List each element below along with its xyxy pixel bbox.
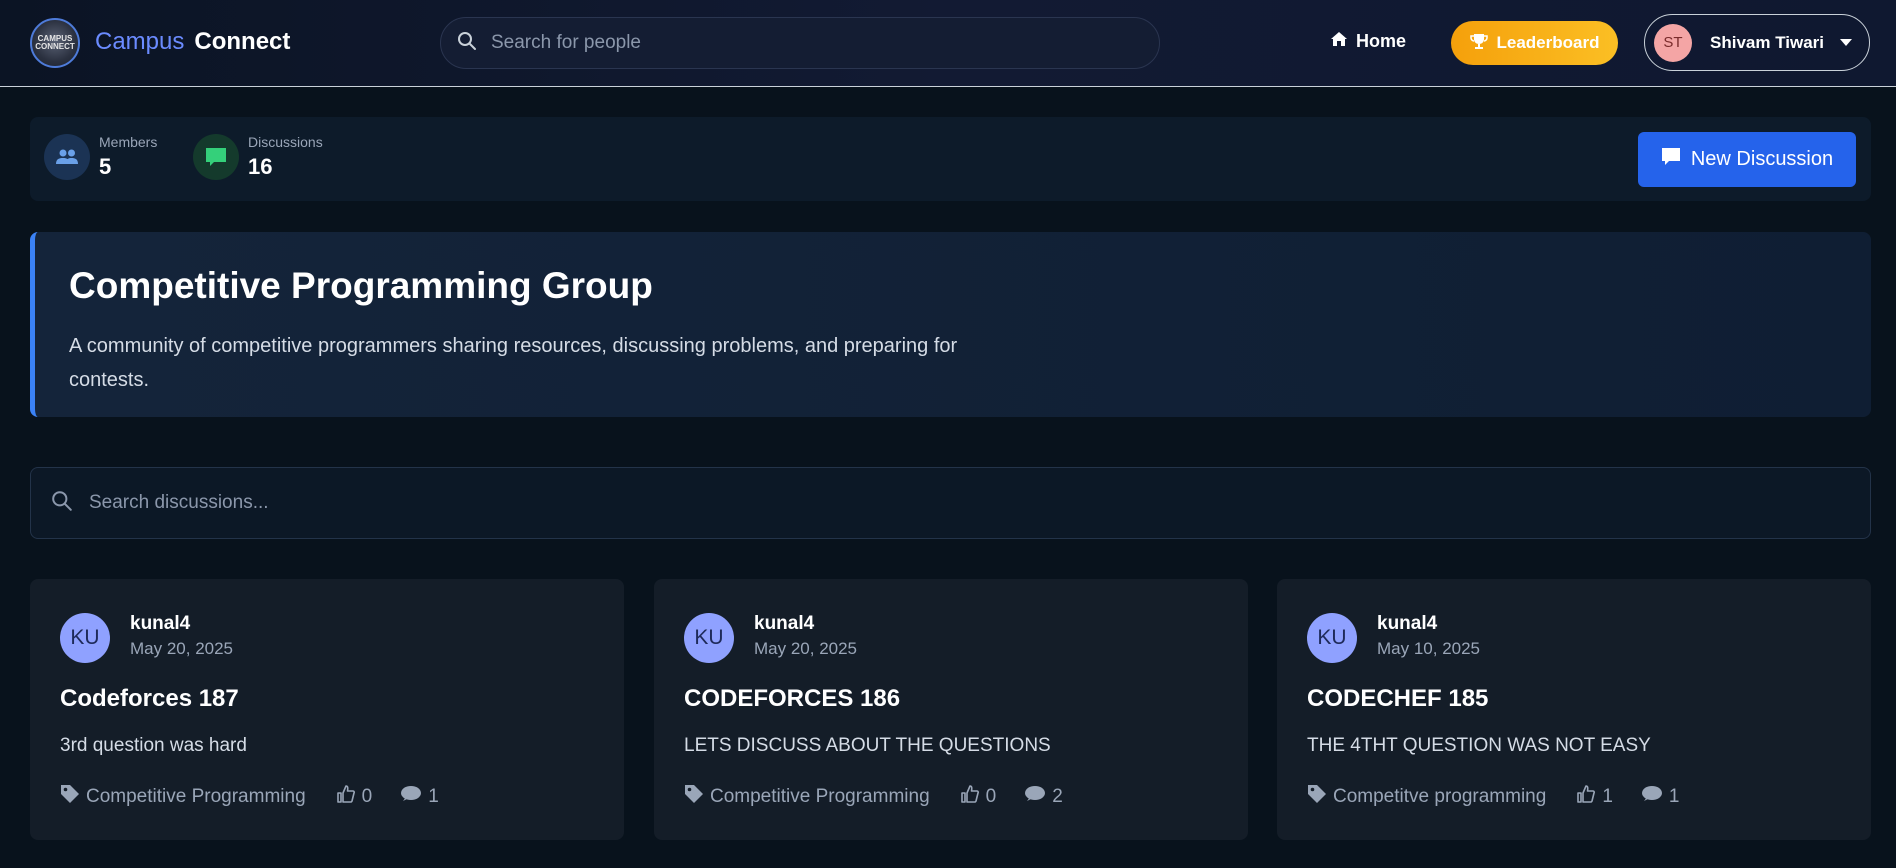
- comment-count: 2: [1052, 786, 1063, 807]
- card-footer: Competitive Programming 0 2: [684, 784, 1063, 810]
- chevron-down-icon: [1840, 39, 1853, 46]
- brand-name[interactable]: Campus Connect: [95, 28, 290, 56]
- author-avatar: KU: [60, 613, 110, 663]
- comment-button[interactable]: 1: [1641, 784, 1680, 810]
- card-footer: Competitve programming 1 1: [1307, 784, 1679, 810]
- members-label: Members: [99, 134, 158, 150]
- discussion-title[interactable]: CODECHEF 185: [1307, 685, 1488, 713]
- author-name[interactable]: kunal4: [130, 613, 190, 635]
- thumbs-up-icon: [336, 784, 356, 810]
- comment-icon: [1641, 784, 1663, 810]
- like-count: 1: [1602, 786, 1613, 807]
- comment-count: 1: [428, 786, 439, 807]
- members-stat: Members 5: [44, 134, 157, 180]
- logo-text: CAMPUS CONNECT: [35, 34, 75, 51]
- people-search-input[interactable]: [491, 32, 1091, 54]
- new-discussion-button[interactable]: New Discussion: [1638, 132, 1856, 187]
- chat-icon: [193, 134, 239, 180]
- group-stats-bar: Members 5 Discussions 16: [30, 117, 1871, 201]
- discussion-excerpt: THE 4THT QUESTION WAS NOT EASY: [1307, 735, 1651, 756]
- user-avatar: ST: [1654, 23, 1692, 62]
- campus-connect-logo[interactable]: CAMPUS CONNECT: [30, 18, 80, 68]
- author-name[interactable]: kunal4: [754, 613, 814, 635]
- discussion-title[interactable]: Codeforces 187: [60, 685, 239, 713]
- group-header-banner: Competitive Programming Group A communit…: [30, 232, 1871, 417]
- like-button[interactable]: 0: [336, 784, 373, 810]
- post-date: May 20, 2025: [754, 639, 858, 658]
- user-menu-dropdown[interactable]: ST Shivam Tiwari: [1644, 14, 1870, 71]
- like-count: 0: [985, 786, 997, 807]
- discussion-search-input[interactable]: [89, 492, 1789, 514]
- thumbs-up-icon: [960, 784, 980, 810]
- users-icon: [44, 134, 90, 180]
- tag-label: Competitive Programming: [86, 786, 306, 807]
- brand-part-1: Campus: [95, 28, 185, 55]
- home-icon: [1330, 31, 1348, 52]
- discussion-card[interactable]: KU kunal4 May 10, 2025 CODECHEF 185 THE …: [1277, 579, 1871, 840]
- like-button[interactable]: 0: [960, 784, 997, 810]
- leaderboard-label: Leaderboard: [1496, 33, 1600, 52]
- home-label: Home: [1356, 31, 1407, 51]
- comment-button[interactable]: 2: [1024, 784, 1063, 810]
- search-icon: [51, 490, 73, 517]
- tag-badge[interactable]: Competitive Programming: [684, 784, 930, 810]
- discussions-label: Discussions: [248, 134, 323, 150]
- card-footer: Competitive Programming 0 1: [60, 784, 439, 810]
- search-icon: [457, 31, 477, 56]
- discussions-stat: Discussions 16: [193, 134, 323, 180]
- like-count: 0: [361, 786, 373, 807]
- discussion-title[interactable]: CODEFORCES 186: [684, 685, 900, 713]
- thumbs-up-icon: [1576, 784, 1596, 810]
- top-navbar: CAMPUS CONNECT Campus Connect Home Leader…: [0, 0, 1896, 87]
- new-discussion-label: New Discussion: [1690, 148, 1834, 170]
- discussion-search-box[interactable]: [30, 467, 1871, 539]
- tag-label: Competitive Programming: [710, 786, 930, 807]
- tag-icon: [684, 784, 704, 810]
- leaderboard-button[interactable]: Leaderboard: [1451, 21, 1618, 65]
- group-title: Competitive Programming Group: [69, 265, 653, 306]
- people-search-box[interactable]: [440, 17, 1160, 69]
- comment-icon: [400, 784, 422, 810]
- comment-count: 1: [1668, 786, 1680, 807]
- nav-home-link[interactable]: Home: [1330, 31, 1406, 52]
- tag-label: Competitve programming: [1333, 786, 1547, 807]
- post-date: May 20, 2025: [130, 639, 234, 658]
- tag-icon: [60, 784, 80, 810]
- discussion-card[interactable]: KU kunal4 May 20, 2025 CODEFORCES 186 LE…: [654, 579, 1248, 840]
- discussion-excerpt: 3rd question was hard: [60, 735, 247, 756]
- discussion-card[interactable]: KU kunal4 May 20, 2025 Codeforces 187 3r…: [30, 579, 624, 840]
- discussion-excerpt: LETS DISCUSS ABOUT THE QUESTIONS: [684, 735, 1051, 756]
- author-avatar: KU: [1307, 613, 1357, 663]
- post-date: May 10, 2025: [1377, 639, 1481, 658]
- members-count: 5: [99, 154, 112, 179]
- comment-button[interactable]: 1: [400, 784, 439, 810]
- discussions-count: 16: [248, 154, 273, 179]
- brand-part-2: Connect: [194, 28, 291, 55]
- comment-icon: [1024, 784, 1046, 810]
- group-description: A community of competitive programmers s…: [69, 335, 958, 391]
- user-name: Shivam Tiwari: [1710, 32, 1825, 52]
- trophy-icon: [1469, 32, 1488, 55]
- author-name[interactable]: kunal4: [1377, 613, 1437, 635]
- tag-badge[interactable]: Competitve programming: [1307, 784, 1546, 810]
- like-button[interactable]: 1: [1576, 784, 1613, 810]
- tag-icon: [1307, 784, 1327, 810]
- author-avatar: KU: [684, 613, 734, 663]
- tag-badge[interactable]: Competitive Programming: [60, 784, 306, 810]
- comment-icon: [1661, 147, 1681, 173]
